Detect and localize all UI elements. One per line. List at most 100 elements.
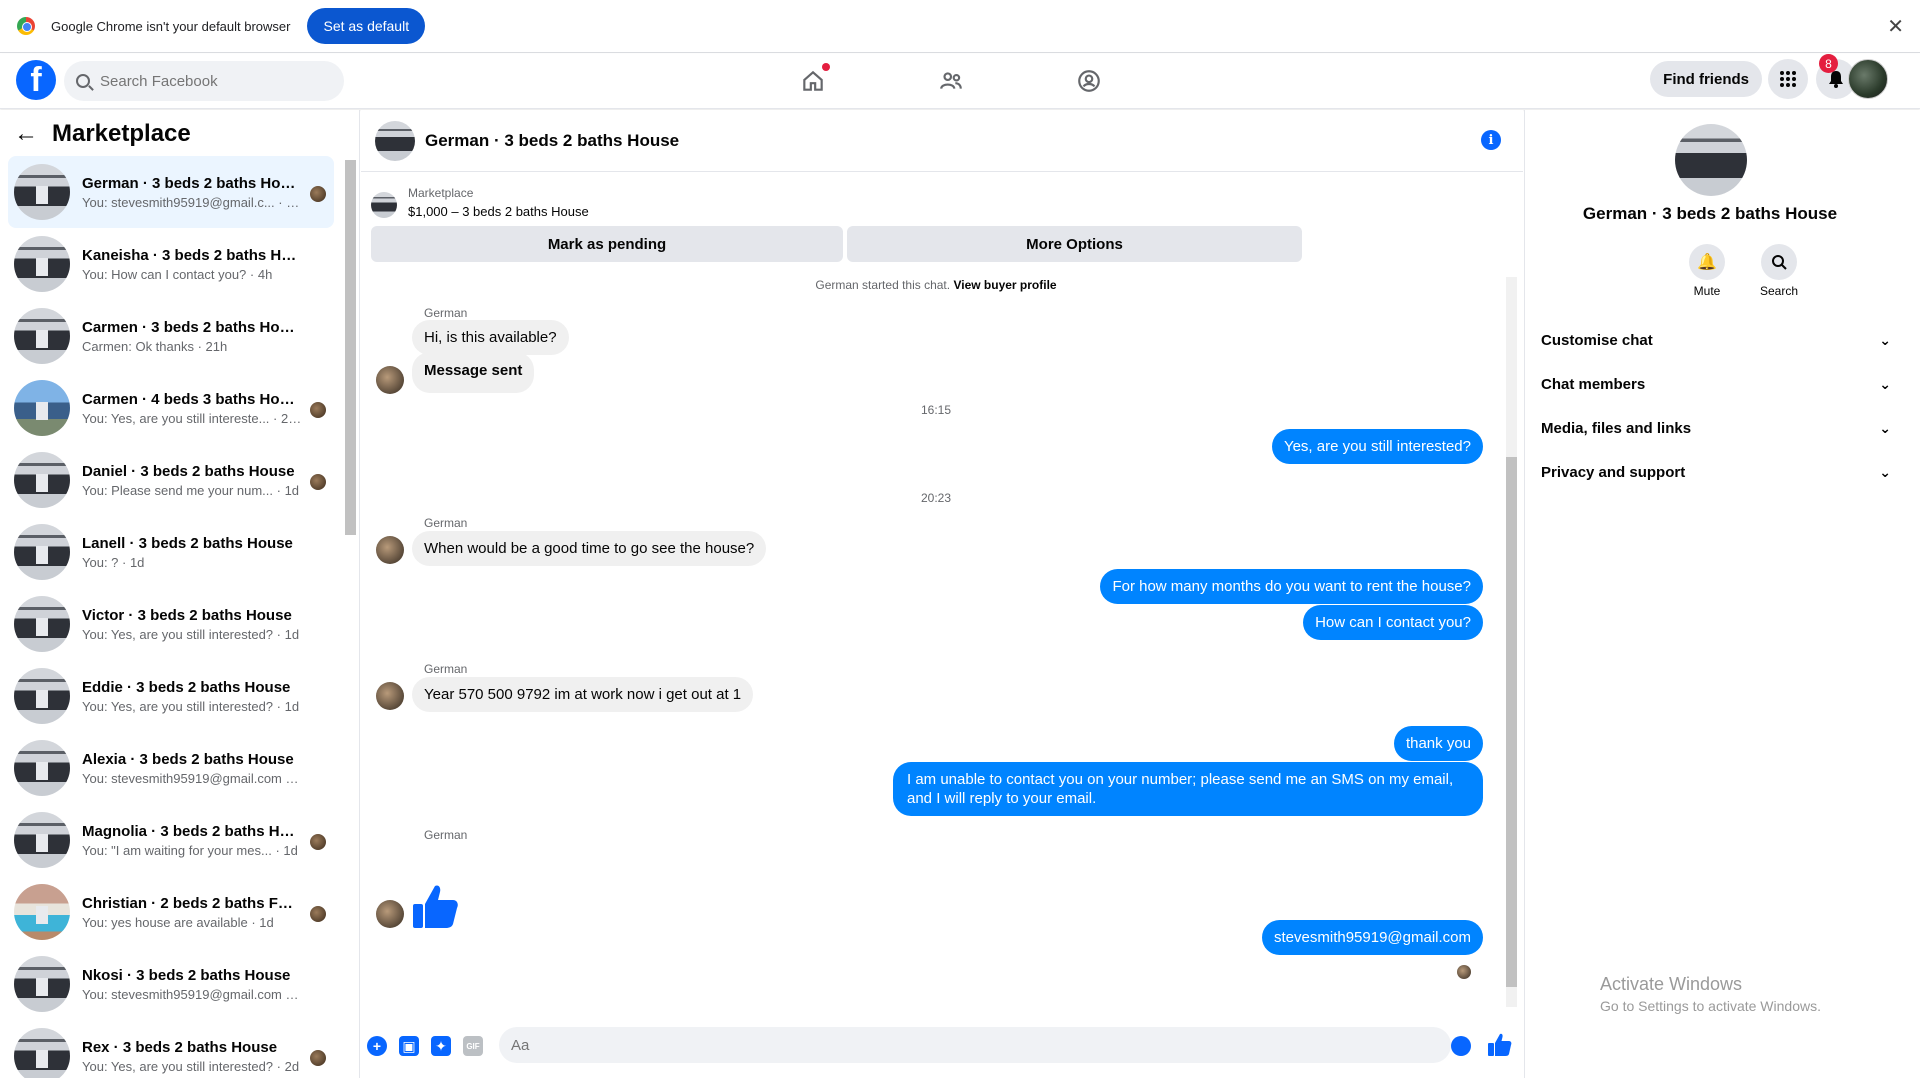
- outgoing-message[interactable]: For how many months do you want to rent …: [1100, 569, 1483, 604]
- listing-large-thumbnail[interactable]: [1675, 124, 1747, 196]
- chevron-down-icon: ⌄: [1879, 332, 1891, 348]
- conversation-preview: You: "I am waiting for your mes... · 1d: [82, 842, 298, 858]
- conversation-item[interactable]: Rex · 3 beds 2 baths House You: Yes, are …: [8, 1020, 334, 1078]
- back-arrow-icon[interactable]: ←: [14, 120, 38, 148]
- conversation-item[interactable]: Eddie · 3 beds 2 baths House You: Yes, ar…: [8, 660, 334, 732]
- incoming-message[interactable]: Hi, is this available?: [412, 320, 569, 355]
- conversation-item[interactable]: Alexia · 3 beds 2 baths House You: steves…: [8, 732, 334, 804]
- conversation-text: Nkosi · 3 beds 2 baths House You: stevesm…: [82, 967, 302, 1002]
- conversation-item[interactable]: Carmen · 3 beds 2 baths House Carmen: Ok …: [8, 300, 334, 372]
- emoji-icon[interactable]: [1451, 1036, 1471, 1056]
- privacy-support-section[interactable]: Privacy and support ⌄: [1541, 464, 1891, 481]
- close-icon[interactable]: ✕: [1887, 14, 1904, 39]
- more-actions-plus-icon[interactable]: +: [367, 1036, 387, 1056]
- attach-photo-icon[interactable]: ▣: [399, 1036, 419, 1056]
- marketplace-header: ← Marketplace: [14, 120, 191, 148]
- notification-count-badge: 8: [1819, 54, 1838, 73]
- search-in-chat-button[interactable]: Search: [1749, 244, 1809, 298]
- marketplace-listing-card: Marketplace $1,000 – 3 beds 2 baths Hous…: [371, 182, 1513, 268]
- scrollbar-thumb[interactable]: [1506, 457, 1517, 987]
- conversation-item[interactable]: Carmen · 4 beds 3 baths House You: Yes, a…: [8, 372, 334, 444]
- conversation-item[interactable]: German · 3 beds 2 baths House You: steves…: [8, 156, 334, 228]
- conversation-item[interactable]: Daniel · 3 beds 2 baths House You: Please…: [8, 444, 334, 516]
- conversation-name: Nkosi · 3 beds 2 baths House: [82, 966, 291, 984]
- thumbs-up-sticker-icon[interactable]: [411, 882, 461, 932]
- account-avatar[interactable]: [1848, 59, 1888, 99]
- sticker-icon[interactable]: ✦: [431, 1036, 451, 1056]
- find-friends-button[interactable]: Find friends: [1650, 61, 1762, 97]
- media-files-links-section[interactable]: Media, files and links ⌄: [1541, 420, 1891, 437]
- conversation-preview: You: Yes, are you still interested? · 1d: [82, 698, 300, 714]
- conversation-preview: You: stevesmith95919@gmail.c... · 1m: [82, 194, 302, 210]
- incoming-message[interactable]: Message sent: [412, 352, 535, 393]
- menu-grid-icon[interactable]: [1768, 59, 1808, 99]
- conversation-preview: You: stevesmith95919@gmail.com · 1d: [82, 770, 302, 786]
- conversation-name: Carmen · 4 beds 3 baths House: [82, 390, 297, 408]
- sender-avatar[interactable]: [376, 366, 404, 394]
- conversation-text: Victor · 3 beds 2 baths House You: Yes, a…: [82, 607, 302, 642]
- conversation-item[interactable]: Christian · 2 beds 2 baths Flat... You: y…: [8, 876, 334, 948]
- mute-button[interactable]: 🔔 Mute: [1677, 244, 1737, 298]
- chat-thumbnail[interactable]: [375, 120, 415, 161]
- gif-icon[interactable]: GIF: [463, 1036, 483, 1056]
- conversation-item[interactable]: Magnolia · 3 beds 2 baths Ho... You: "I a…: [8, 804, 334, 876]
- facebook-logo-icon[interactable]: f: [16, 60, 56, 100]
- conversation-item[interactable]: Lanell · 3 beds 2 baths House You: ? · 1d: [8, 516, 334, 588]
- outgoing-message[interactable]: thank you: [1393, 726, 1483, 761]
- conversation-text: Eddie · 3 beds 2 baths House You: Yes, ar…: [82, 679, 302, 714]
- sender-avatar[interactable]: [376, 536, 404, 564]
- outgoing-message[interactable]: How can I contact you?: [1303, 605, 1483, 640]
- timestamp: 16:15: [920, 403, 952, 417]
- listing-thumbnail: [14, 452, 70, 508]
- conversation-preview: You: Yes, are you still interested? · 2d: [82, 1058, 300, 1074]
- mark-as-pending-button[interactable]: Mark as pending: [371, 226, 843, 262]
- conversation-preview: You: ? · 1d: [82, 554, 145, 570]
- chat-started-note: German started this chat. View buyer pro…: [815, 278, 1057, 292]
- conversation-text: Carmen · 4 beds 3 baths House You: Yes, a…: [82, 391, 302, 426]
- marketplace-chat-list: ← Marketplace German · 3 beds 2 baths Ho…: [0, 110, 360, 1078]
- conversation-text: Kaneisha · 3 beds 2 baths House You: How …: [82, 247, 302, 282]
- view-buyer-profile-link[interactable]: View buyer profile: [953, 278, 1056, 292]
- search-label: Search: [1759, 284, 1799, 298]
- conversation-item[interactable]: Victor · 3 beds 2 baths House You: Yes, a…: [8, 588, 334, 660]
- conversation-item[interactable]: Kaneisha · 3 beds 2 baths House You: How …: [8, 228, 334, 300]
- chevron-down-icon: ⌄: [1879, 376, 1891, 392]
- conversation-text: Rex · 3 beds 2 baths House You: Yes, are …: [82, 1039, 302, 1074]
- sender-avatar[interactable]: [376, 900, 404, 928]
- sender-avatar[interactable]: [376, 682, 404, 710]
- listing-price[interactable]: $1,000 – 3 beds 2 baths House: [408, 204, 589, 219]
- outgoing-message[interactable]: Yes, are you still interested?: [1271, 429, 1483, 464]
- message-input[interactable]: [499, 1027, 1451, 1063]
- set-as-default-button[interactable]: Set as default: [307, 8, 426, 44]
- seen-avatar: [310, 834, 326, 850]
- search-box[interactable]: [64, 61, 344, 101]
- chat-panel: German · 3 beds 2 baths House i Marketpl…: [361, 110, 1523, 1078]
- conversation-item[interactable]: Nkosi · 3 beds 2 baths House You: stevesm…: [8, 948, 334, 1020]
- search-icon: [1761, 244, 1797, 280]
- seen-avatar: [310, 906, 326, 922]
- outgoing-message[interactable]: I am unable to contact you on your numbe…: [893, 762, 1483, 816]
- incoming-message[interactable]: Year 570 500 9792 im at work now i get o…: [412, 677, 754, 712]
- groups-icon[interactable]: [1072, 64, 1106, 98]
- marketplace-label: Marketplace: [408, 186, 474, 200]
- seen-avatar: [310, 186, 326, 202]
- activate-windows-watermark: Activate Windows Go to Settings to activ…: [1600, 974, 1821, 1014]
- listing-thumbnail: [14, 668, 70, 724]
- conversation-text: German · 3 beds 2 baths House You: steves…: [82, 175, 302, 210]
- info-icon[interactable]: i: [1481, 130, 1501, 150]
- send-like-icon[interactable]: [1487, 1032, 1513, 1058]
- outgoing-message[interactable]: stevesmith95919@gmail.com: [1262, 920, 1483, 955]
- list-scrollbar[interactable]: [345, 160, 356, 535]
- search-input[interactable]: [100, 72, 320, 90]
- more-options-button[interactable]: More Options: [847, 226, 1302, 262]
- customise-chat-section[interactable]: Customise chat ⌄: [1541, 332, 1891, 349]
- read-receipt-avatar: [1457, 965, 1471, 979]
- chat-members-section[interactable]: Chat members ⌄: [1541, 376, 1891, 393]
- conversation-text: Magnolia · 3 beds 2 baths Ho... You: "I a…: [82, 823, 302, 858]
- conversation-name: Magnolia · 3 beds 2 baths Ho...: [82, 822, 297, 840]
- chat-title[interactable]: German · 3 beds 2 baths House: [425, 131, 679, 151]
- friends-icon[interactable]: [934, 64, 968, 98]
- listing-thumbnail[interactable]: [371, 192, 397, 218]
- incoming-message[interactable]: When would be a good time to go see the …: [412, 531, 767, 566]
- chat-scrollbar[interactable]: [1506, 277, 1517, 1007]
